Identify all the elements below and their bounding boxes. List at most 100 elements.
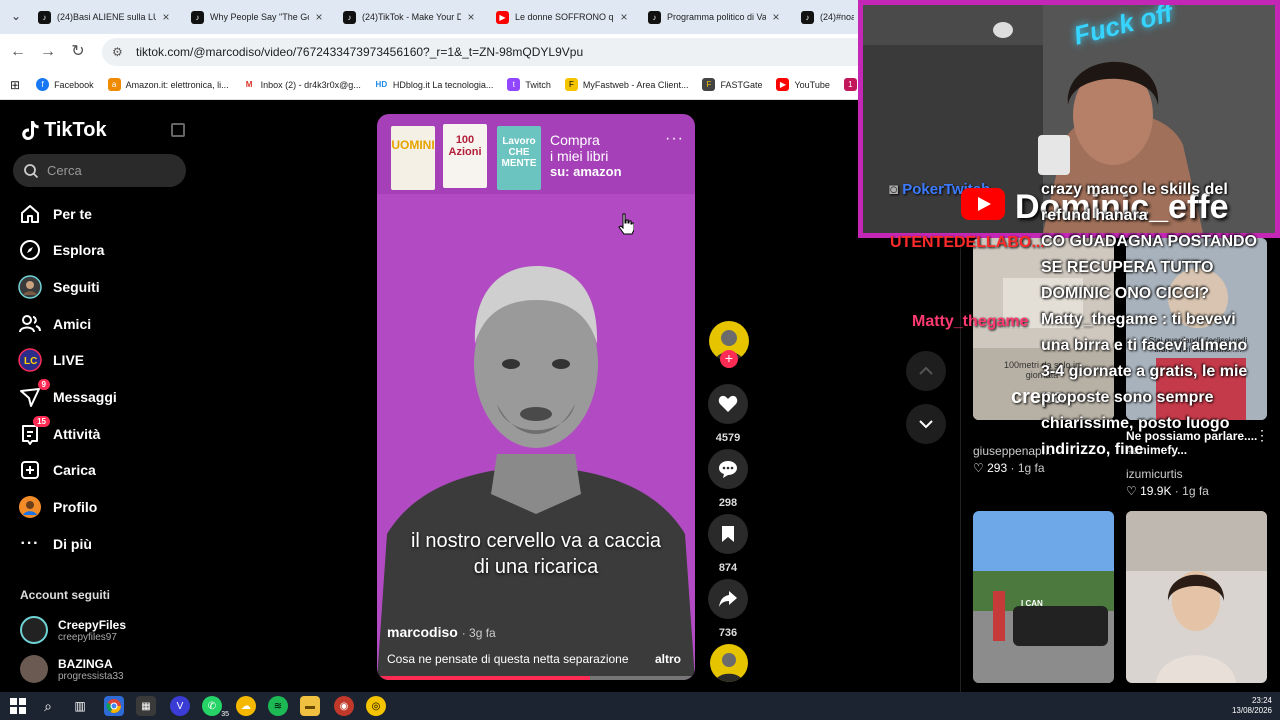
next-video-button[interactable] (906, 404, 946, 444)
bookmarks-bar: ⊞ f Facebook a Amazon.it: elettronica, li.… (0, 70, 872, 100)
app-icon[interactable]: ◉ (334, 696, 354, 716)
bookmark-facebook[interactable]: f Facebook (36, 78, 94, 91)
following-account[interactable]: CreepyFiles creepyfiles97 (20, 612, 190, 648)
follow-plus-button[interactable]: + (720, 350, 738, 368)
file-explorer-icon[interactable]: ▬ (300, 696, 320, 716)
nav-item-carica[interactable]: Carica (18, 455, 188, 485)
reload-icon[interactable]: ↻ (68, 42, 88, 62)
nav-label: Carica (53, 462, 96, 478)
forward-icon[interactable]: → (38, 42, 58, 62)
video-player[interactable]: UOMINI 100 Azioni Lavoro CHE MENTE Compr… (377, 114, 695, 680)
close-tab-icon[interactable]: × (770, 10, 782, 24)
app-icon[interactable]: ◎ (366, 696, 386, 716)
inbox-icon: 15 (18, 416, 50, 446)
weather-icon[interactable]: ☁ (236, 696, 256, 716)
author-name[interactable]: marcodiso (387, 624, 458, 640)
svg-text:LC: LC (24, 356, 37, 367)
music-disc-avatar[interactable] (710, 644, 748, 682)
promo-line: su: amazon (550, 164, 622, 179)
bookmark-hdblog[interactable]: HD HDblog.it La tecnologia... (374, 78, 493, 91)
heart-icon[interactable] (708, 384, 748, 424)
apps-icon[interactable]: ⊞ (10, 78, 20, 92)
video-author[interactable]: marcodiso · 3g fa (387, 624, 496, 640)
video-author[interactable]: giuseppenap... (973, 444, 1052, 458)
bookmark-amazon[interactable]: a Amazon.it: elettronica, li... (107, 78, 229, 91)
more-options-icon[interactable]: ··· (665, 130, 684, 148)
browser-tab[interactable]: ♪ Programma politico di Va × (642, 4, 788, 30)
bookmark-myfastweb[interactable]: F MyFastweb - Area Client... (564, 78, 689, 91)
nav-item-di-piu[interactable]: ··· Di più (18, 529, 188, 559)
following-account[interactable]: BAZINGA progressista33 (20, 651, 190, 687)
nav-item-seguiti[interactable]: Seguiti (18, 272, 188, 302)
gmail-icon: M (242, 78, 256, 91)
fastweb-icon: F (564, 78, 578, 91)
tiktok-logo[interactable]: TikTok (20, 119, 107, 142)
like-action[interactable]: 4579 (708, 384, 748, 444)
nav-item-attivita[interactable]: 15 Attività (18, 416, 188, 449)
chrome-icon[interactable] (104, 696, 124, 716)
site-info-icon[interactable]: ⚙ (112, 45, 126, 59)
url-input[interactable]: ⚙ tiktok.com/@marcodiso/video/7672433473… (102, 38, 860, 66)
bookmark-gmail[interactable]: M Inbox (2) - dr4k3r0x@g... (242, 78, 361, 91)
vpn-icon[interactable]: V (170, 696, 190, 716)
comment-action[interactable]: 298 (708, 449, 748, 509)
book-title: UOMINI (391, 138, 435, 152)
system-clock[interactable]: 23:24 13/08/2026 (1232, 696, 1272, 716)
nav-item-profilo[interactable]: Profilo (18, 492, 188, 522)
back-icon[interactable]: ← (8, 42, 28, 62)
close-tab-icon[interactable]: × (618, 10, 630, 24)
search-icon[interactable]: ⌕ (38, 696, 58, 716)
browser-tab[interactable]: ▶ Le donne SOFFRONO qu × (490, 4, 636, 30)
share-count: 736 (718, 627, 738, 639)
nav-item-esplora[interactable]: Esplora (18, 235, 188, 265)
video-author[interactable]: izumicurtis (1126, 467, 1183, 481)
browser-tab[interactable]: ♪ (24)TikTok - Make Your D × (337, 4, 483, 30)
bookmark-label: MyFastweb - Area Client... (582, 79, 689, 90)
brand-name: TikTok (44, 119, 107, 141)
close-tab-icon[interactable]: × (465, 10, 477, 24)
nav-item-live[interactable]: LC LIVE (18, 345, 188, 375)
tiktok-icon: ♪ (801, 10, 814, 24)
video-thumbnail[interactable]: I CAN (973, 511, 1114, 683)
bookmark-twitch[interactable]: t Twitch (507, 78, 551, 91)
close-tab-icon[interactable]: × (313, 10, 325, 24)
youtube-logo-icon (961, 188, 1005, 220)
close-tab-icon[interactable]: × (160, 10, 172, 24)
previous-video-button[interactable] (906, 351, 946, 391)
browser-tab[interactable]: ♪ Why People Say "The Go × (185, 4, 331, 30)
description-more-link[interactable]: altro (655, 652, 681, 666)
bookmark-youtube[interactable]: ▶ YouTube (776, 78, 830, 91)
nav-item-messaggi[interactable]: 9 Messaggi (18, 379, 188, 412)
facebook-icon: f (36, 78, 50, 91)
video-progress-bar[interactable] (377, 676, 695, 680)
nav-item-amici[interactable]: Amici (18, 309, 188, 339)
search-input[interactable] (47, 163, 177, 178)
task-view-icon[interactable]: ▥ (70, 696, 90, 716)
tab-search-chevron-icon[interactable]: ⌄ (8, 9, 24, 25)
search-box[interactable] (13, 154, 186, 187)
collapse-sidebar-icon[interactable] (171, 123, 185, 137)
share-action[interactable]: 736 (708, 579, 748, 639)
browser-tab[interactable]: ♪ (24)Basi ALIENE sulla LUN × (32, 4, 178, 30)
spotify-icon[interactable]: ≋ (268, 696, 288, 716)
whatsapp-icon[interactable]: ✆ 35 (202, 696, 230, 718)
store-icon[interactable]: ▦ (136, 696, 156, 716)
home-icon (18, 202, 42, 226)
sidebar: TikTok Per te Esplora Seguiti Amici LC L… (0, 101, 200, 691)
share-icon[interactable] (708, 579, 748, 619)
account-name: CreepyFiles (58, 617, 127, 632)
profile-icon (18, 495, 42, 519)
avatar (20, 655, 48, 683)
nav-label: Seguiti (53, 279, 100, 295)
tiktok-icon: ♪ (38, 10, 51, 24)
clock-time: 23:24 (1251, 696, 1272, 705)
bookmark-icon[interactable] (708, 514, 748, 554)
nav-item-per-te[interactable]: Per te (18, 199, 188, 229)
comment-icon[interactable] (708, 449, 748, 489)
compass-icon (18, 238, 42, 262)
browser-tab[interactable]: ♪ (24)#noall (795, 4, 860, 30)
video-thumbnail[interactable] (1126, 511, 1267, 683)
windows-start-icon[interactable] (8, 696, 28, 716)
save-action[interactable]: 874 (708, 514, 748, 574)
bookmark-fastgate[interactable]: F FASTGate (702, 78, 762, 91)
